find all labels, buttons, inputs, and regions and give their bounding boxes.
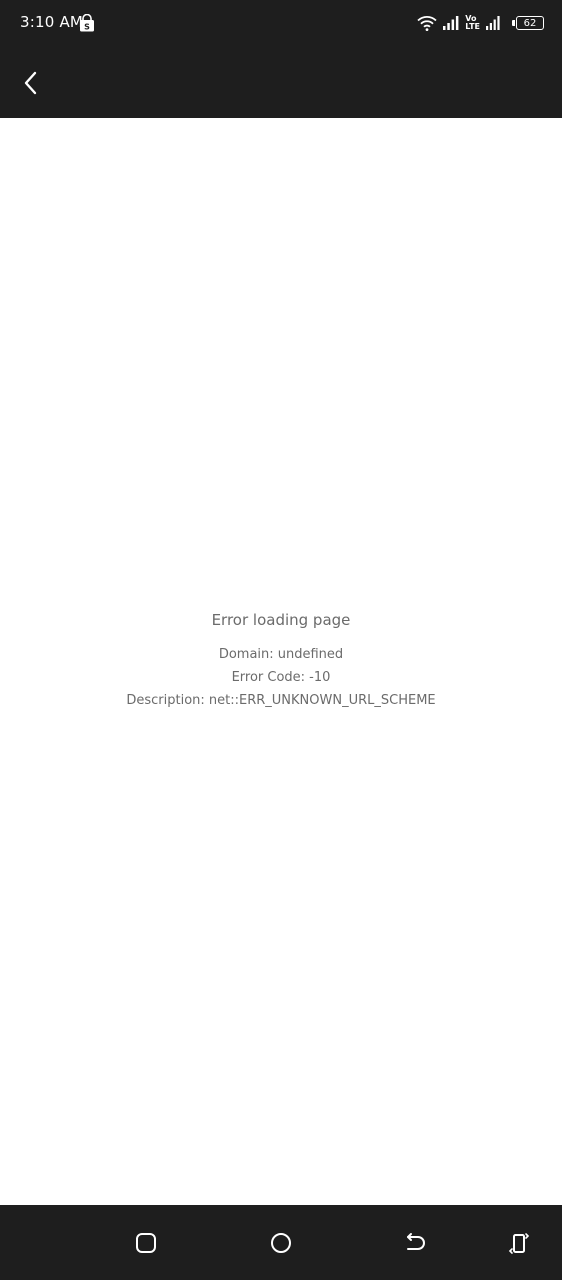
wifi-icon (417, 16, 437, 31)
recent-apps-icon (136, 1233, 156, 1253)
error-title: Error loading page (211, 611, 351, 629)
signal-strength-icon (443, 16, 459, 30)
home-icon (271, 1233, 291, 1253)
rotate-icon (508, 1233, 530, 1254)
error-description: Description: net::ERR_UNKNOWN_URL_SCHEME (126, 693, 436, 708)
webview-content: Error loading page Domain: undefined Err… (0, 118, 562, 1205)
error-code: Error Code: -10 (231, 670, 331, 685)
error-domain: Domain: undefined (218, 647, 344, 662)
status-time: 3:10 AM (20, 13, 84, 31)
signal-strength-icon-2 (486, 16, 500, 30)
chevron-left-icon (24, 71, 37, 95)
volte-indicator: Vo LTE (465, 15, 480, 31)
shopping-bag-icon: S (80, 14, 94, 32)
battery-indicator: 62 (512, 16, 544, 30)
app-bar (0, 46, 562, 118)
svg-text:S: S (84, 23, 90, 32)
status-indicators: Vo LTE 62 (417, 12, 544, 34)
error-message: Error loading page Domain: undefined Err… (0, 610, 562, 712)
back-button[interactable] (14, 66, 48, 100)
status-bar: 3:10 AM S Vo LTE 62 (0, 0, 562, 46)
recent-apps-button[interactable] (132, 1229, 160, 1257)
nav-back-button[interactable] (401, 1229, 429, 1257)
system-navigation-bar (0, 1205, 562, 1280)
home-button[interactable] (267, 1229, 295, 1257)
volte-bottom-label: LTE (465, 22, 480, 31)
back-icon (407, 1233, 425, 1250)
rotate-button[interactable] (505, 1229, 533, 1257)
